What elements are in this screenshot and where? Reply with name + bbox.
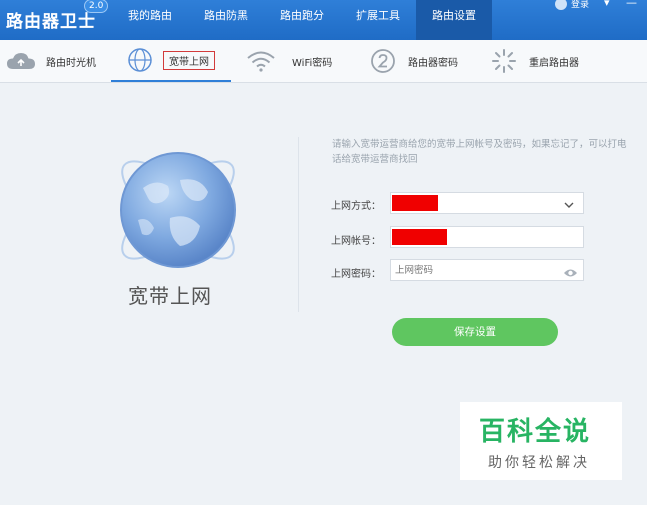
nav-extension-tools[interactable]: 扩展工具 — [340, 0, 416, 40]
app-title: 路由器卫士 — [6, 12, 96, 32]
wifi-icon — [246, 50, 276, 72]
password-label: 上网密码： — [331, 269, 381, 280]
login-button[interactable]: 登录 — [555, 0, 589, 10]
nav-router-settings[interactable]: 路由设置 — [416, 0, 492, 40]
minimize-icon[interactable]: — — [626, 0, 637, 9]
connection-method-select[interactable] — [390, 192, 584, 214]
login-label: 登录 — [571, 0, 590, 10]
tab-label: WiFi密码 — [292, 57, 333, 69]
password-icon — [370, 48, 396, 74]
watermark-title: 百科全说 — [479, 417, 592, 447]
tab-label: 路由器密码 — [408, 57, 458, 69]
avatar — [555, 0, 567, 10]
tab-label: 路由时光机 — [46, 57, 96, 69]
tab-label: 重启路由器 — [529, 57, 579, 69]
section-title: 宽带上网 — [128, 284, 212, 308]
tab-restart-router[interactable]: 重启路由器 — [491, 40, 579, 82]
broadband-globe-illustration — [108, 140, 248, 280]
tab-router-password[interactable]: 路由器密码 — [370, 40, 458, 82]
password-field[interactable] — [390, 259, 584, 281]
account-field[interactable] — [390, 226, 584, 248]
hint-text: 请输入宽带运营商给您的宽带上网帐号及密码，如果忘记了，可以打电话给宽带运营商找回 — [332, 139, 627, 165]
tab-label: 宽带上网 — [163, 50, 215, 70]
version-badge: 2.0 — [84, 0, 109, 13]
nav-router-benchmark[interactable]: 路由跑分 — [264, 0, 340, 40]
top-bar: 路由器卫士 2.0 我的路由 路由防黑 路由跑分 扩展工具 路由设置 登录 ▾ … — [0, 0, 647, 40]
nav-my-router[interactable]: 我的路由 — [112, 0, 188, 40]
cloud-icon — [6, 51, 36, 71]
watermark: 百科全说 助你轻松解决 — [460, 402, 622, 480]
tab-broadband[interactable]: 宽带上网 — [111, 40, 231, 82]
account-label: 上网帐号： — [331, 236, 381, 247]
tab-wifi-password[interactable]: WiFi密码 — [246, 40, 332, 82]
chevron-down-icon — [563, 196, 575, 215]
divider — [298, 137, 299, 312]
password-input[interactable] — [395, 262, 555, 278]
tab-router-time-machine[interactable]: 路由时光机 — [6, 40, 96, 82]
restart-icon — [491, 48, 517, 74]
redacted-value — [392, 195, 438, 211]
eye-icon[interactable] — [563, 264, 578, 283]
method-label: 上网方式： — [331, 201, 381, 212]
nav-router-antihack[interactable]: 路由防黑 — [188, 0, 264, 40]
globe-icon — [127, 47, 153, 73]
menu-dropdown-icon[interactable]: ▾ — [604, 0, 610, 9]
redacted-value — [392, 229, 447, 245]
main-nav: 我的路由 路由防黑 路由跑分 扩展工具 路由设置 — [112, 0, 492, 40]
save-settings-button[interactable]: 保存设置 — [392, 318, 558, 346]
settings-subtabs: 路由时光机 宽带上网 WiFi密码 路由器密码 重启路由器 — [0, 40, 647, 83]
globe-icon — [120, 152, 236, 268]
watermark-subtitle: 助你轻松解决 — [488, 455, 590, 471]
